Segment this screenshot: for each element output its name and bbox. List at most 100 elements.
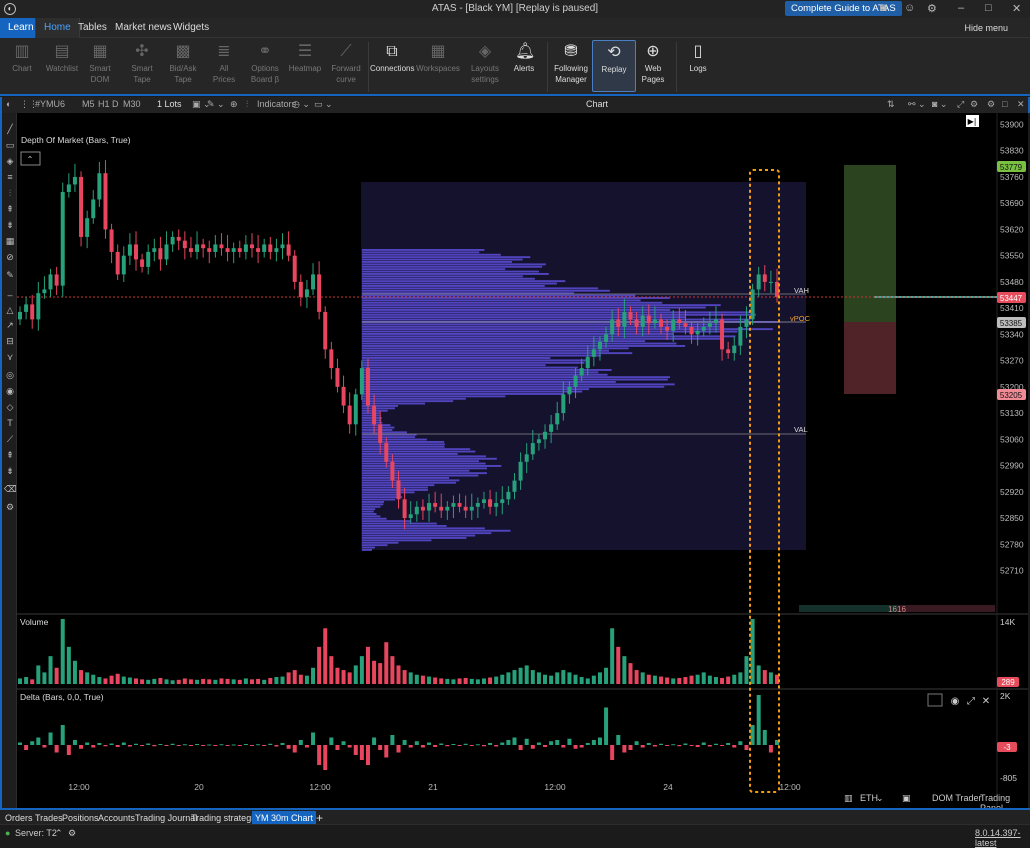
lots-selector[interactable]: 1 Lots bbox=[157, 99, 182, 109]
fib-ext-tool-icon[interactable]: ⇟ bbox=[4, 219, 16, 231]
shapes-tool-icon[interactable]: ◇ bbox=[4, 401, 16, 413]
time-axis[interactable]: 12:00 20 12:00 21 12:00 24 12:00 bbox=[68, 782, 801, 792]
gear-icon[interactable]: ⚙ bbox=[68, 828, 76, 839]
brush-tool-icon[interactable]: ✎ bbox=[4, 269, 16, 281]
fib-tool-icon[interactable]: ⇞ bbox=[4, 203, 16, 215]
indicators-icon[interactable]: ⫶ bbox=[246, 99, 248, 110]
all-prices-button[interactable]: ≣ All Prices bbox=[202, 40, 246, 92]
tab-orders[interactable]: Orders bbox=[2, 811, 36, 825]
ruler-tool-icon[interactable]: ⊘ bbox=[4, 251, 16, 263]
eraser-tool-icon[interactable]: ⌫ bbox=[4, 483, 17, 495]
delta-bar bbox=[329, 737, 334, 745]
profile-tool-icon[interactable]: ⫶ bbox=[4, 187, 16, 199]
profile-bar bbox=[362, 316, 686, 319]
chart-plot-area[interactable]: 1616 Depth Of Market (Bars, True) ⌃ ▶| V… bbox=[17, 113, 1028, 808]
minus-tool-icon[interactable]: – bbox=[4, 289, 16, 301]
arrow-tool-icon[interactable]: ↗ bbox=[4, 319, 16, 331]
close-icon[interactable]: ✕ bbox=[982, 696, 990, 707]
gear-icon[interactable]: ⚙ bbox=[970, 99, 978, 110]
text-tool-icon[interactable]: T bbox=[4, 417, 16, 429]
indicators-button[interactable]: Indicators bbox=[257, 99, 296, 109]
user-icon[interactable]: ☺ bbox=[904, 2, 915, 14]
chevron-up-icon[interactable]: ⌃ bbox=[55, 828, 63, 839]
candle-body bbox=[213, 244, 218, 252]
layers-icon: ◈ bbox=[478, 43, 492, 60]
add-tab-button[interactable]: + bbox=[313, 811, 326, 825]
pencil-icon[interactable]: ✎ ⌄ bbox=[207, 99, 225, 110]
tf-h1[interactable]: H1 bbox=[98, 99, 110, 109]
replay-button[interactable]: ⟲ Replay bbox=[592, 40, 636, 92]
smart-dom-button[interactable]: ▦ Smart DOM bbox=[78, 40, 122, 92]
chevron-down-icon[interactable]: ⌄ bbox=[876, 793, 884, 804]
hide-menu-button[interactable]: Hide menu bbox=[964, 18, 1008, 38]
arrows-icon[interactable]: ⇅ bbox=[887, 99, 895, 110]
gear-icon[interactable]: ⚙ bbox=[4, 501, 16, 513]
zoom-icon[interactable]: ⊕ bbox=[230, 99, 238, 110]
calendar-icon[interactable]: ▣ bbox=[902, 793, 911, 804]
symbol-selector[interactable]: #YMU6 bbox=[35, 99, 65, 109]
measure-tool-icon[interactable]: ⊟ bbox=[4, 335, 16, 347]
chart-button[interactable]: ▥ Chart bbox=[0, 40, 44, 92]
gear-icon[interactable]: ⚙ bbox=[987, 99, 995, 110]
marker-tool-icon[interactable]: ◉ bbox=[4, 385, 16, 397]
fibarc-tool-icon[interactable]: ⇟ bbox=[4, 465, 16, 477]
connections-button[interactable]: ⧉ Connections bbox=[370, 40, 414, 92]
eth-icon[interactable]: ▥ bbox=[844, 793, 853, 804]
target-tool-icon[interactable]: ◎ bbox=[4, 369, 16, 381]
eye-icon[interactable]: ◉ bbox=[951, 696, 960, 707]
close-icon[interactable]: ✕ bbox=[1012, 2, 1021, 15]
clock-icon[interactable]: ◷ ⌄ bbox=[292, 99, 310, 110]
expand-icon[interactable]: ⤢ bbox=[967, 696, 975, 707]
channel-tool-icon[interactable]: ⟋ bbox=[4, 433, 16, 445]
candle-body bbox=[249, 244, 254, 249]
tf-m5[interactable]: M5 bbox=[82, 99, 95, 109]
heatmap-button[interactable]: ☰ Heatmap bbox=[283, 40, 327, 92]
delta-bar bbox=[66, 745, 71, 755]
layers-tool-icon[interactable]: ◈ bbox=[4, 155, 16, 167]
gear-icon[interactable]: ⚙ bbox=[927, 2, 937, 15]
candle-body bbox=[427, 503, 432, 511]
price-tick-label: 53830 bbox=[1000, 146, 1024, 156]
hlines-tool-icon[interactable]: ≡ bbox=[4, 171, 16, 183]
candle-body bbox=[744, 319, 749, 327]
workspaces-button[interactable]: ▦ Workspaces bbox=[416, 40, 460, 92]
delta-bar bbox=[317, 745, 322, 765]
tab-widgets[interactable]: Widgets bbox=[165, 18, 217, 38]
camera-icon[interactable]: ◙ ⌄ bbox=[932, 99, 947, 110]
forward-curve-button[interactable]: ⟋ Forward curve bbox=[324, 40, 368, 92]
rectangle-tool-icon[interactable]: ▭ bbox=[4, 139, 16, 151]
position-stop-loss-zone[interactable] bbox=[844, 322, 896, 394]
dom-trader-button[interactable]: DOM Trader bbox=[932, 793, 982, 803]
pitch-tool-icon[interactable]: ⋎ bbox=[4, 351, 16, 363]
maximize-icon[interactable]: □ bbox=[1002, 99, 1007, 109]
web-pages-button[interactable]: ⊕ Web Pages bbox=[631, 40, 675, 92]
tf-d[interactable]: D bbox=[112, 99, 119, 109]
bars-tool-icon[interactable]: ▦ bbox=[4, 235, 16, 247]
options-board-button[interactable]: ⚭ Options Board β bbox=[243, 40, 287, 92]
price-axis[interactable]: 53900 53830 53760 53690 53620 53550 53480 53410… bbox=[1000, 119, 1024, 575]
link-icon[interactable]: ⚯ ⌄ bbox=[908, 99, 926, 110]
smart-tape-button[interactable]: ✣ Smart Tape bbox=[120, 40, 164, 92]
volume-bar bbox=[127, 677, 132, 684]
version-label[interactable]: 8.0.14.397-latest bbox=[975, 828, 1030, 848]
panel-settings-icon[interactable] bbox=[927, 693, 943, 707]
alerts-button[interactable]: 🔔︎ Alerts bbox=[502, 40, 546, 92]
expand-icon[interactable]: ⤢ bbox=[957, 99, 964, 110]
close-icon[interactable]: ✕ bbox=[1017, 99, 1025, 110]
following-manager-button[interactable]: ⛃ Following Manager bbox=[549, 40, 593, 92]
fibfan-tool-icon[interactable]: ⇞ bbox=[4, 449, 16, 461]
tab-ym-30m-chart[interactable]: YM 30m Chart bbox=[252, 811, 317, 825]
line-tool-icon[interactable]: ╱ bbox=[4, 123, 16, 135]
candle-body bbox=[42, 289, 47, 294]
delta-bar bbox=[91, 745, 96, 748]
minimize-icon[interactable]: – bbox=[958, 2, 964, 14]
window-icon[interactable]: ▭ ⌄ bbox=[314, 99, 333, 110]
maximize-icon[interactable]: □ bbox=[985, 2, 992, 14]
tf-m30[interactable]: M30 bbox=[123, 99, 141, 109]
layouts-settings-button[interactable]: ◈ Layouts settings bbox=[463, 40, 507, 92]
triangle-tool-icon[interactable]: △ bbox=[4, 304, 16, 316]
logs-button[interactable]: ▯ Logs bbox=[676, 40, 720, 92]
camera-icon[interactable]: ◙ bbox=[880, 2, 887, 14]
position-take-profit-zone[interactable] bbox=[844, 165, 896, 322]
bidask-tape-button[interactable]: ▩ Bid/Ask Tape bbox=[161, 40, 205, 92]
